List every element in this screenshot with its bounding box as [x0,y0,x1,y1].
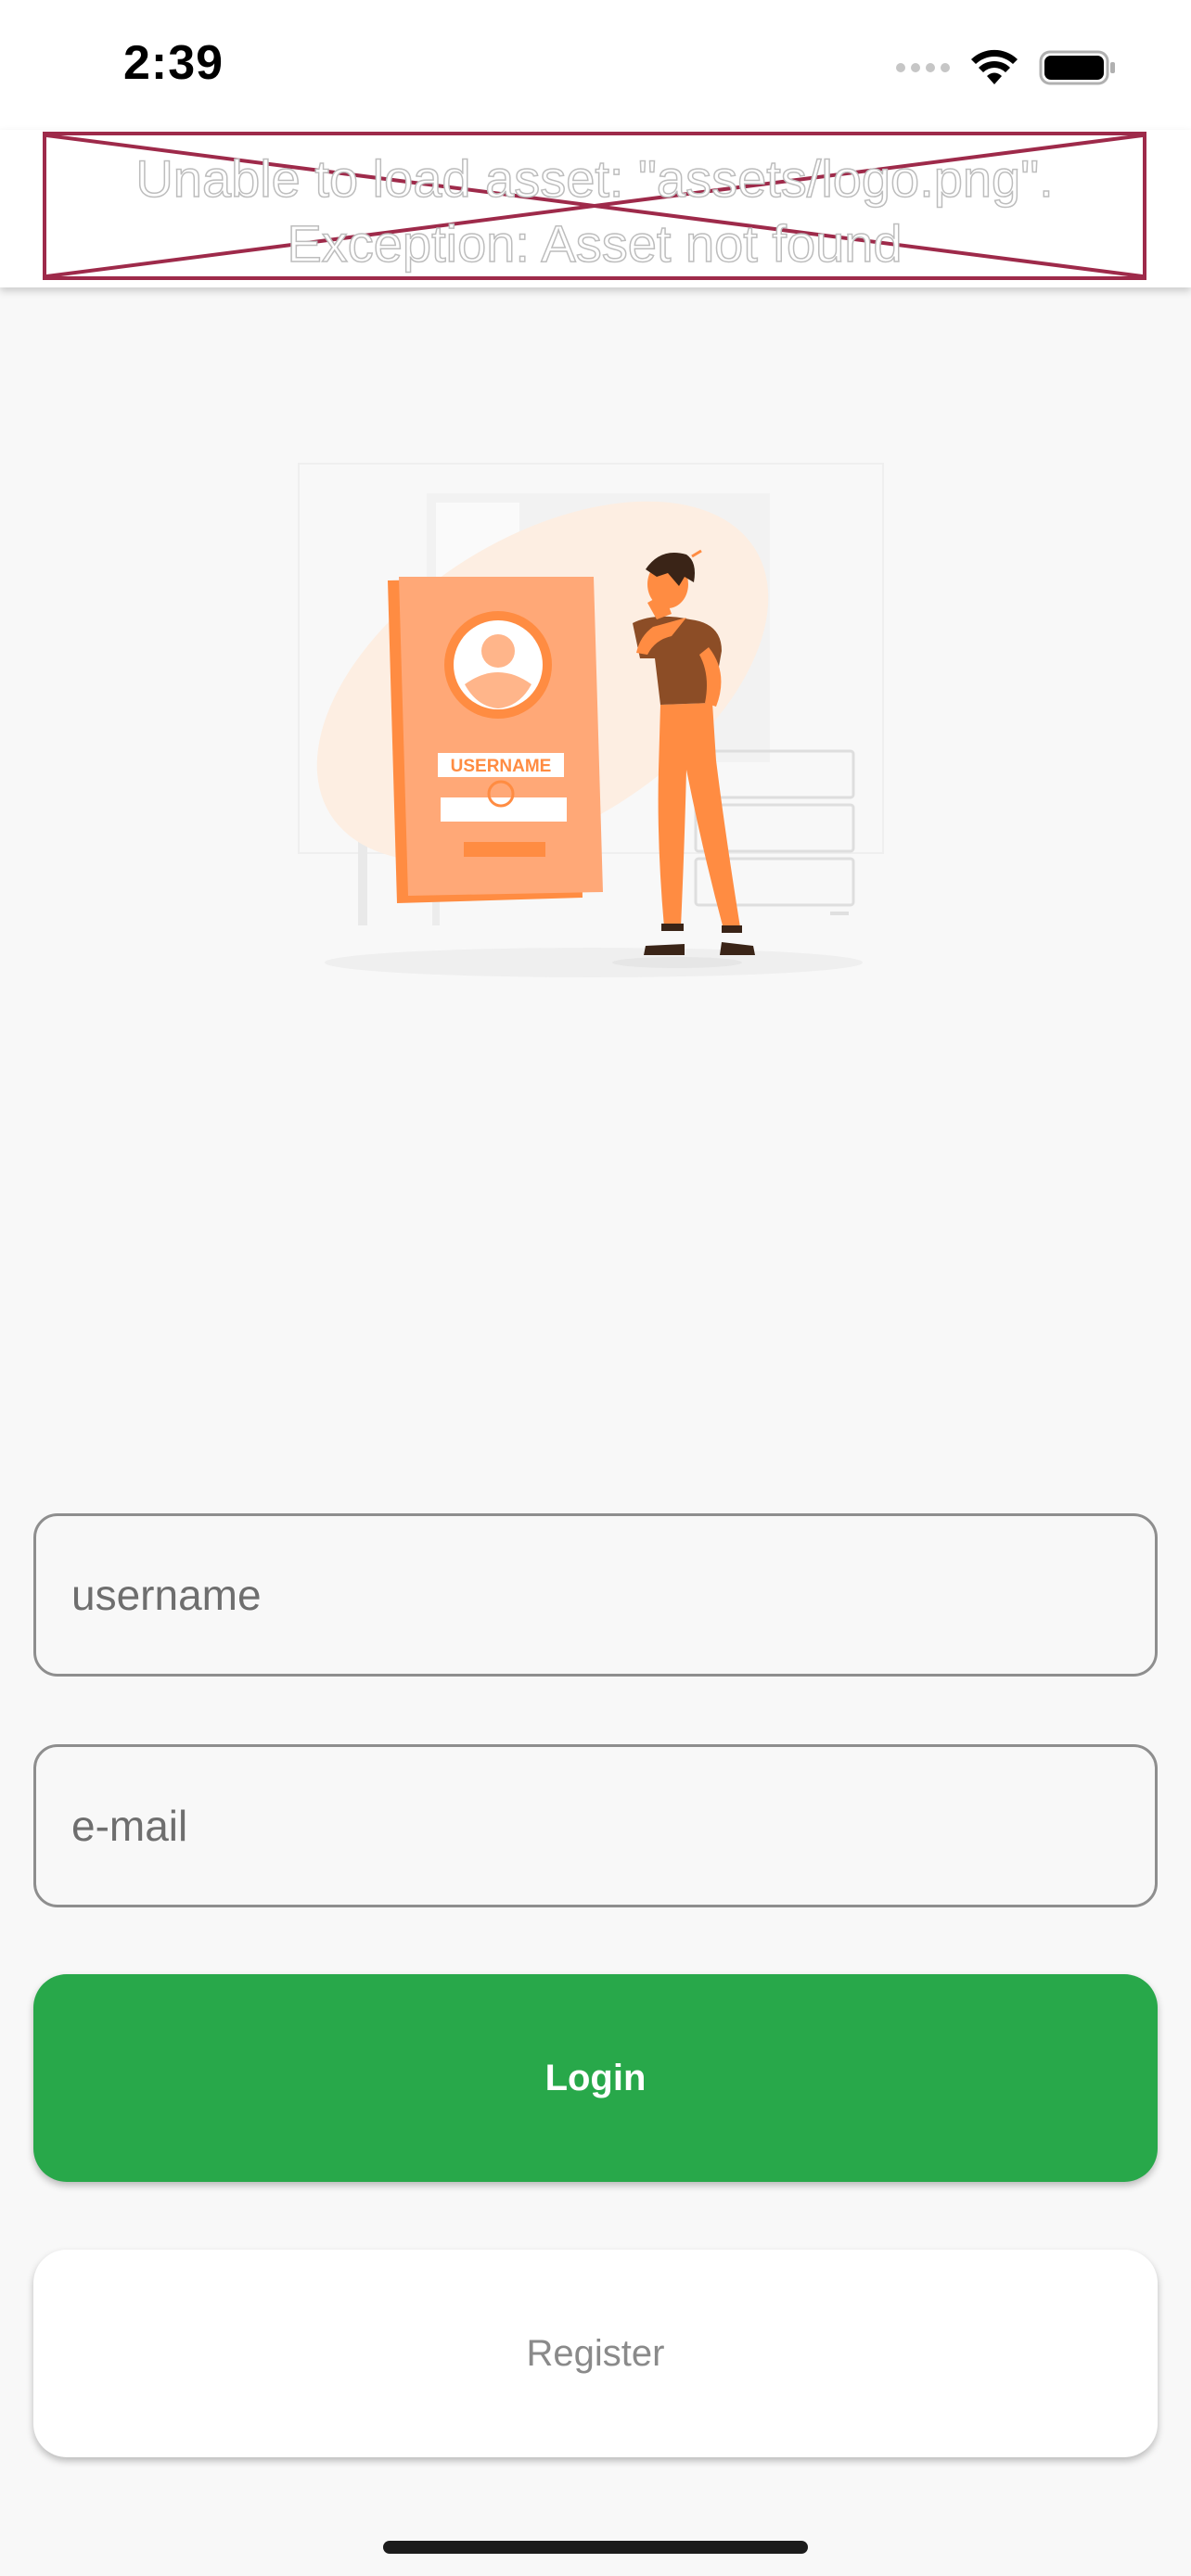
register-button-label: Register [526,2332,665,2374]
app-bar: Unable to load asset: "assets/logo.png".… [0,130,1191,287]
email-field[interactable] [33,1744,1158,1907]
home-indicator[interactable] [383,2541,808,2554]
status-time: 2:39 [123,36,224,90]
login-illustration: USERNAME [298,463,884,977]
login-button-label: Login [544,2057,647,2098]
cellular-signal-icon [896,63,950,72]
email-input[interactable] [70,1800,1155,1852]
wifi-icon [971,49,1018,84]
username-input[interactable] [70,1569,1155,1621]
illustration-username-label: USERNAME [451,757,552,776]
username-field[interactable] [33,1513,1158,1677]
logo-image-error: Unable to load asset: "assets/logo.png".… [43,132,1146,280]
login-button[interactable]: Login [33,1974,1158,2182]
status-bar: 2:39 [0,0,1191,130]
register-button[interactable]: Register [33,2250,1158,2457]
logo-error-message: Unable to load asset: "assets/logo.png".… [135,148,1055,274]
status-icons [896,45,1117,91]
battery-icon [1039,50,1115,85]
